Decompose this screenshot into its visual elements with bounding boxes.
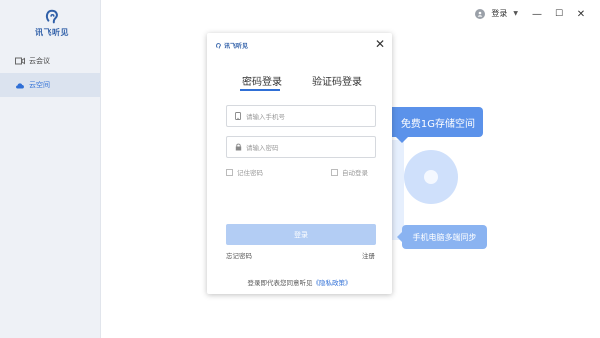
sync-promo-bubble: 手机电脑多端同步 [397,225,487,249]
auto-login-label: 自动登录 [342,169,368,177]
forgot-password-link[interactable]: 忘记密码 [226,250,252,260]
dialog-close-button[interactable]: ✕ [375,38,385,50]
sidebar-item-label: 云会议 [29,57,50,65]
storage-promo-text: 免费1G存储空间 [400,118,475,130]
storage-promo-bubble: 免费1G存储空间 [384,107,483,143]
register-link[interactable]: 注册 [362,250,375,260]
user-avatar-icon [475,8,486,19]
top-login-button[interactable]: 登录 ▼ [475,8,518,19]
phone-placeholder: 请输入手机号 [246,113,285,121]
dialog-logo-text: 讯飞听见 [224,43,249,50]
illustration-disc [404,150,458,204]
agreement-text: 登录即代表您同意听见《隐私政策》 [207,277,392,287]
lock-icon [234,143,242,151]
video-icon [15,56,25,66]
sidebar-item-cloud-space[interactable]: 云空间 [0,73,100,97]
top-login-label: 登录 [491,9,508,18]
sidebar-item-cloud-meeting[interactable]: 云会议 [0,49,100,73]
dialog-logo: 讯飞听见 [215,41,248,50]
phone-input[interactable]: 请输入手机号 [226,105,376,127]
app-logo: 讯飞听见 [32,8,72,42]
phone-icon [234,112,242,120]
cloud-icon [15,80,25,90]
ear-logo-icon [216,42,221,49]
ear-logo-icon [45,9,58,24]
sidebar: 讯飞听见 云会议 云空间 [0,0,101,338]
chevron-down-icon: ▼ [513,10,518,17]
checkbox-box [226,168,233,176]
checkbox-box [331,168,338,176]
tab-password-login[interactable]: 密码登录 [242,73,282,88]
sync-promo-text: 手机电脑多端同步 [412,232,477,242]
auto-login-checkbox[interactable]: 自动登录 [331,167,368,177]
maximize-button[interactable]: ☐ [553,8,565,20]
top-bar: 登录 ▼ [101,0,600,30]
remember-password-label: 记住密码 [237,169,263,177]
login-dialog: 讯飞听见 ✕ 密码登录 验证码登录 请输入手机号 请输入密码 记住密码 自动登录… [207,33,392,294]
minimize-button[interactable]: — [531,8,543,20]
password-input[interactable]: 请输入密码 [226,136,376,158]
login-button[interactable]: 登录 [226,224,376,245]
password-placeholder: 请输入密码 [246,144,279,152]
remember-password-checkbox[interactable]: 记住密码 [226,167,263,177]
tab-code-login[interactable]: 验证码登录 [312,73,362,88]
close-window-button[interactable]: ✕ [575,8,587,20]
agreement-prefix: 登录即代表您同意听见 [247,279,313,287]
active-tab-indicator [240,89,280,91]
logo-text: 讯飞听见 [35,28,69,37]
privacy-policy-link[interactable]: 《隐私政策》 [313,279,352,287]
sidebar-item-label: 云空间 [29,81,50,89]
